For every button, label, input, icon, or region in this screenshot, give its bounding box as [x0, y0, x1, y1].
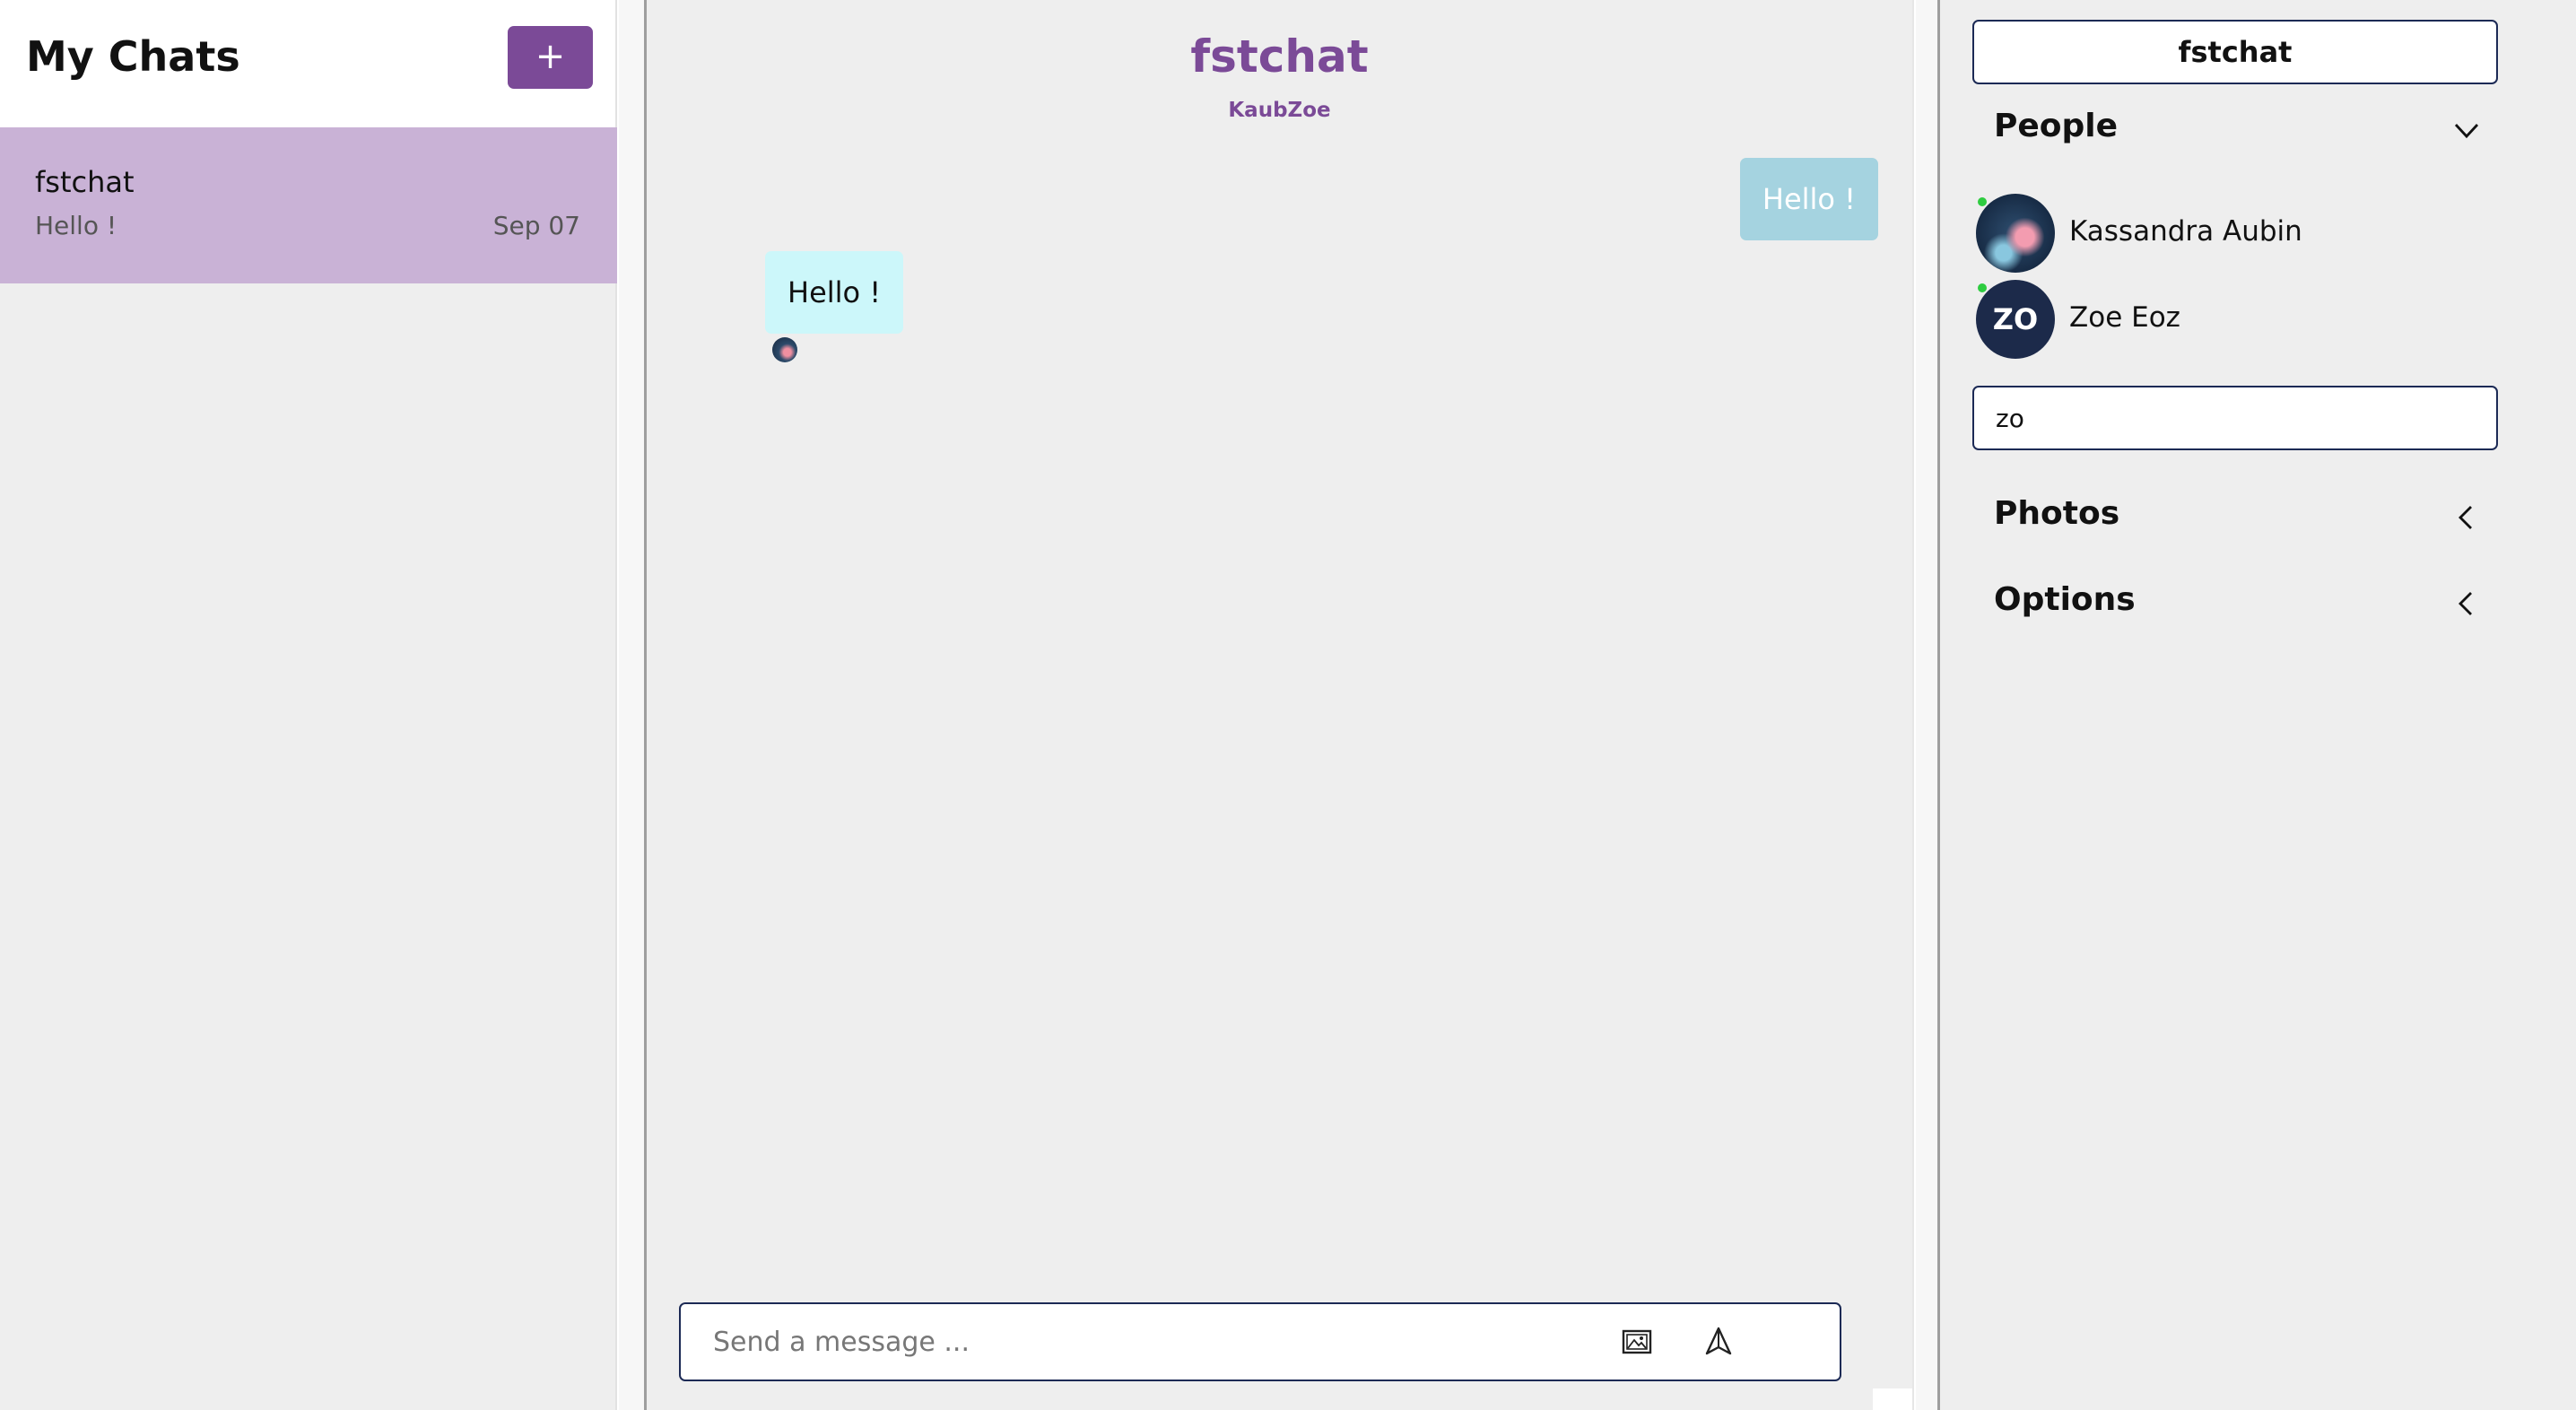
- chevron-left-icon[interactable]: [2451, 588, 2482, 619]
- add-person-input[interactable]: [1972, 386, 2498, 450]
- chat-settings-panel: People Kassandra Aubin ZO Zoe Eoz Photos…: [1937, 0, 2576, 1410]
- scroll-corner: [1873, 1388, 1912, 1410]
- chat-list-sidebar: My Chats + fstchat Hello ! Sep 07: [0, 0, 617, 1410]
- sender-avatar: [772, 337, 797, 362]
- online-indicator: [1978, 197, 1987, 206]
- image-icon[interactable]: [1622, 1327, 1652, 1356]
- photos-section-title[interactable]: Photos: [1994, 495, 2119, 532]
- chat-card-date: Sep 07: [492, 211, 580, 240]
- options-section-title[interactable]: Options: [1994, 581, 2136, 618]
- chat-card-active[interactable]: fstchat Hello ! Sep 07: [0, 127, 617, 283]
- new-chat-button[interactable]: +: [508, 26, 593, 89]
- avatar: [1976, 194, 2055, 273]
- column-gap: [1916, 0, 1937, 1410]
- column-gap: [619, 0, 644, 1410]
- online-indicator: [1978, 283, 1987, 292]
- person-item: Kassandra Aubin: [1976, 194, 2478, 274]
- my-message-bubble: Hello !: [1739, 158, 1878, 240]
- chat-list-title: My Chats: [26, 32, 240, 81]
- chevron-left-icon[interactable]: [2451, 502, 2482, 533]
- message-form: [679, 1302, 1841, 1381]
- message-input[interactable]: [713, 1304, 1610, 1380]
- chat-card-title: fstchat: [35, 165, 135, 199]
- chat-list-header: My Chats +: [0, 0, 615, 127]
- chat-card-last-message: Hello !: [35, 211, 117, 240]
- people-section-title[interactable]: People: [1994, 108, 2118, 144]
- their-message-bubble: Hello !: [765, 251, 904, 334]
- chat-feed: fstchat KaubZoe Hello ! Hello !: [644, 0, 1914, 1410]
- chat-feed-members: KaubZoe: [1228, 99, 1331, 122]
- send-icon[interactable]: [1704, 1326, 1733, 1356]
- person-name: Zoe Eoz: [2069, 301, 2180, 334]
- person-item: ZO Zoe Eoz: [1976, 280, 2478, 361]
- person-name: Kassandra Aubin: [2069, 215, 2302, 248]
- chat-feed-title: fstchat: [1190, 30, 1369, 83]
- chevron-down-icon[interactable]: [2451, 115, 2482, 145]
- chat-title-input[interactable]: [1972, 20, 2498, 84]
- avatar: ZO: [1976, 280, 2055, 359]
